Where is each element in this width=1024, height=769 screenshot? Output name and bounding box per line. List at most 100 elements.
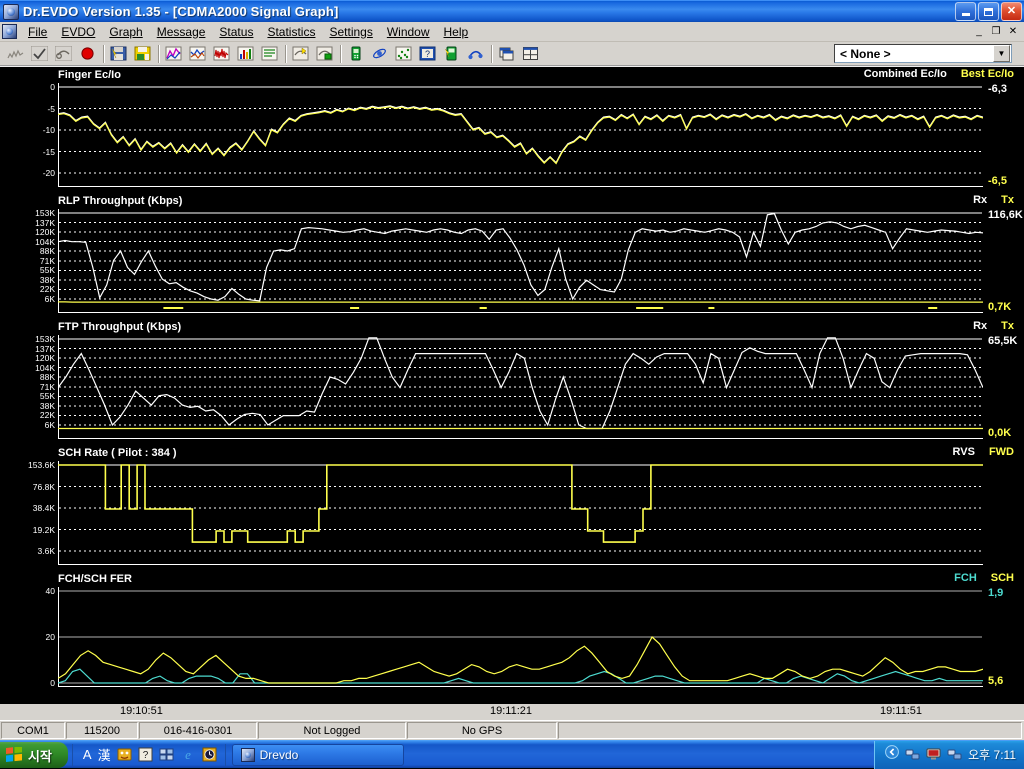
session-selector-wrap: < None > ▼	[834, 44, 1012, 63]
status-extra	[558, 722, 1022, 739]
ime-pad-icon[interactable]	[117, 747, 132, 762]
check-icon[interactable]	[28, 43, 51, 65]
menu-item-window-label: Window	[387, 25, 430, 39]
y-axis-tick-label: 120K	[35, 227, 55, 237]
y-axis-tick-label: -15	[43, 147, 55, 157]
menu-item-message[interactable]: Message	[150, 23, 213, 41]
menu-item-evdo[interactable]: EVDO	[54, 23, 102, 41]
menu-item-status[interactable]: Status	[212, 23, 260, 41]
y-axis-tick-label: 0	[50, 82, 55, 92]
menu-item-file[interactable]: File	[21, 23, 54, 41]
right-value-label: -6,5	[988, 175, 1007, 187]
legend-item-sch: SCH	[991, 572, 1014, 584]
chart-panel-header: FTP Throughput (Kbps)RxTx	[0, 319, 1024, 335]
menu-item-settings[interactable]: Settings	[322, 23, 379, 41]
session-combo-value: < None >	[840, 47, 993, 61]
network-icon[interactable]	[905, 747, 920, 762]
help-window-icon[interactable]: ?	[416, 43, 439, 65]
call-start-icon[interactable]	[289, 43, 312, 65]
message-list-icon[interactable]	[258, 43, 281, 65]
session-combo-box[interactable]: < None > ▼	[834, 44, 1012, 63]
quick-launch-bar: A 漢 ? e	[72, 744, 225, 766]
chart-title: FCH/SCH FER	[58, 573, 132, 585]
status-log-state: Not Logged	[258, 722, 406, 739]
volume-icon[interactable]	[947, 747, 962, 762]
gsm-phone-icon[interactable]	[440, 43, 463, 65]
chevron-down-icon[interactable]: ▼	[993, 45, 1010, 62]
mdi-minimize-button[interactable]: _	[971, 25, 987, 39]
show-hidden-icons-button[interactable]	[885, 745, 899, 764]
menu-item-statistics[interactable]: Statistics	[260, 23, 322, 41]
tile-windows-icon[interactable]	[519, 43, 542, 65]
y-axis-tick-label: 19.2K	[33, 525, 55, 535]
menu-item-window[interactable]: Window	[380, 23, 437, 41]
minimize-button[interactable]	[955, 2, 976, 21]
signal-graph-area: Finger Ec/IoCombined Ec/IoBest Ec/Io0-5-…	[0, 67, 1024, 720]
svg-text:?: ?	[425, 49, 430, 59]
ime-hanja-icon[interactable]: 漢	[98, 745, 111, 764]
maximize-button[interactable]	[978, 2, 999, 21]
internet-explorer-icon[interactable]: e	[180, 747, 196, 762]
telephone-icon[interactable]	[464, 43, 487, 65]
chart-title: FTP Throughput (Kbps)	[58, 321, 181, 333]
graph-trace-icon[interactable]	[4, 43, 27, 65]
task-button-drevdo[interactable]: Drevdo	[232, 744, 404, 766]
y-axis-tick-label: 71K	[40, 256, 55, 266]
menu-item-settings-label: Settings	[329, 25, 372, 39]
status-bar: COM1 115200 016-416-0301 Not Logged No G…	[0, 720, 1024, 740]
phone-dial-icon[interactable]	[52, 43, 75, 65]
menu-item-message-label: Message	[157, 25, 206, 39]
menu-item-graph[interactable]: Graph	[102, 23, 149, 41]
chart-panel-header: RLP Throughput (Kbps) RxTx	[0, 193, 1024, 209]
application-window: Dr.EVDO Version 1.35 - [CDMA2000 Signal …	[0, 0, 1024, 740]
start-button[interactable]: 시작	[0, 742, 68, 768]
line-graph-icon[interactable]	[186, 43, 209, 65]
chart-plot-area: 153.6K76.8K38.4K19.2K3.6K	[58, 461, 983, 565]
start-button-label: 시작	[28, 746, 52, 765]
cascade-windows-icon[interactable]	[495, 43, 518, 65]
menu-item-status-label: Status	[219, 25, 253, 39]
right-value-label: 5,6	[988, 675, 1003, 687]
mdi-close-button[interactable]: ✕	[1005, 25, 1021, 39]
task-button-list: Drevdo	[225, 744, 404, 766]
ime-help-icon[interactable]: ?	[138, 747, 153, 762]
toolbar: ? < None > ▼	[0, 42, 1024, 67]
menu-item-help[interactable]: Help	[437, 23, 476, 41]
chart-plot-area: 153K137K120K104K88K71K55K38K22K6K116,6K0…	[58, 209, 983, 313]
satellite-icon[interactable]	[368, 43, 391, 65]
legend-item-rvs: RVS	[953, 446, 975, 458]
y-axis-tick-label: -10	[43, 125, 55, 135]
chart-plot-area: 402001,95,6	[58, 587, 983, 687]
menu-item-file-label: File	[28, 25, 47, 39]
y-axis-tick-label: 76.8K	[33, 482, 55, 492]
svg-text:e: e	[185, 747, 191, 762]
save-as-icon[interactable]	[131, 43, 154, 65]
mobile-status-icon[interactable]	[344, 43, 367, 65]
close-button[interactable]: ✕	[1001, 2, 1022, 21]
system-tray: 오후 7:11	[874, 741, 1024, 769]
chart-plot-area: 153K137K120K104K88K71K55K38K22K6K65,5K0,…	[58, 335, 983, 439]
waveform-graph-icon[interactable]	[210, 43, 233, 65]
y-axis-tick-label: 22K	[40, 284, 55, 294]
record-stop-icon[interactable]	[76, 43, 99, 65]
display-icon[interactable]	[926, 747, 941, 762]
chart-legend: Combined Ec/IoBest Ec/Io	[864, 68, 1014, 80]
right-value-label: 65,5K	[988, 335, 1017, 347]
chart-title: SCH Rate ( Pilot : 384 )	[58, 447, 177, 459]
scatter-plot-icon[interactable]	[392, 43, 415, 65]
save-logfile-icon[interactable]	[107, 43, 130, 65]
y-axis-tick-label: 55K	[40, 265, 55, 275]
chart-title: RLP Throughput (Kbps)	[58, 195, 182, 207]
clock-app-icon[interactable]	[202, 747, 217, 762]
signal-chart-icon[interactable]	[162, 43, 185, 65]
menu-item-statistics-label: Statistics	[267, 25, 315, 39]
ime-alpha-icon[interactable]: A	[83, 747, 92, 762]
call-end-icon[interactable]	[313, 43, 336, 65]
show-desktop-icon[interactable]	[159, 747, 174, 762]
mdi-restore-button[interactable]: ❐	[988, 25, 1004, 39]
y-axis-tick-label: 153.6K	[28, 460, 55, 470]
status-baud-rate: 115200	[66, 722, 138, 739]
bar-graph-icon[interactable]	[234, 43, 257, 65]
chart-legend: RxTx	[973, 194, 1014, 206]
mdi-child-icon[interactable]	[2, 24, 17, 39]
